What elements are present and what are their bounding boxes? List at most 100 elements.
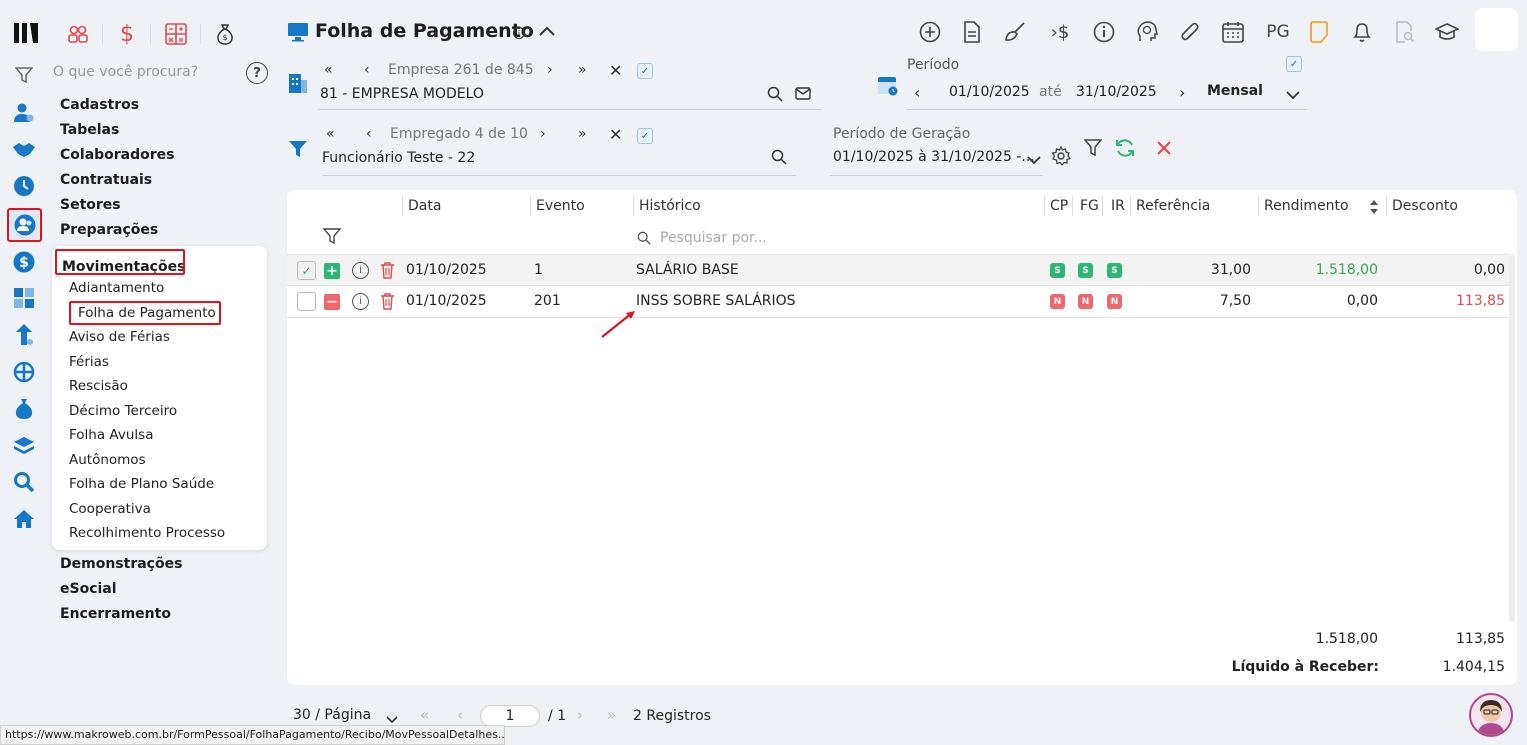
- header-fg[interactable]: FG: [1080, 198, 1099, 214]
- info-icon[interactable]: [1090, 18, 1118, 46]
- dollar-icon[interactable]: $: [112, 18, 142, 50]
- submenu-item-decimo-terceiro[interactable]: Décimo Terceiro: [69, 403, 177, 419]
- row-checkbox[interactable]: [297, 292, 316, 311]
- document-icon[interactable]: [958, 18, 986, 46]
- chevron-down-icon[interactable]: [1286, 88, 1300, 104]
- vertical-scrollbar[interactable]: [1509, 254, 1515, 622]
- assistant-avatar[interactable]: [1469, 693, 1513, 737]
- magnifier-rail-icon[interactable]: [8, 467, 40, 497]
- menu-contratuais[interactable]: Contratuais: [60, 172, 152, 188]
- period-end[interactable]: 31/10/2025: [1076, 84, 1157, 100]
- last-employee-button[interactable]: »: [578, 126, 587, 142]
- profile-button[interactable]: [1475, 8, 1518, 51]
- bell-icon[interactable]: [1348, 18, 1376, 46]
- settings-gear-icon[interactable]: [1051, 145, 1072, 170]
- filter-icon[interactable]: [8, 60, 40, 90]
- dollar-coin-icon[interactable]: $: [8, 247, 40, 277]
- expand-plus-icon[interactable]: +: [324, 263, 340, 279]
- add-circle-icon[interactable]: [916, 18, 944, 46]
- generation-chevron-down-icon[interactable]: [1027, 153, 1041, 169]
- row-info-icon[interactable]: i: [352, 262, 369, 279]
- delete-trash-icon[interactable]: [380, 262, 395, 283]
- submenu-item-folha-de-plano-saude[interactable]: Folha de Plano Saúde: [69, 476, 214, 492]
- logo-icon[interactable]: [10, 18, 42, 48]
- menu-search-input[interactable]: O que você procura?: [53, 64, 198, 80]
- graduation-cap-icon[interactable]: [1433, 18, 1461, 46]
- delete-trash-icon[interactable]: [380, 293, 395, 314]
- header-referencia[interactable]: Referência: [1136, 198, 1210, 214]
- menu-esocial[interactable]: eSocial: [60, 581, 117, 597]
- last-page-button[interactable]: »: [607, 706, 616, 724]
- last-company-button[interactable]: »: [578, 62, 587, 78]
- submenu-item-autonomos[interactable]: Autônomos: [69, 452, 146, 468]
- generation-period-select[interactable]: 01/10/2025 à 31/10/2025 -...: [833, 149, 1035, 165]
- employee-value[interactable]: Funcionário Teste - 22: [322, 150, 475, 166]
- history-search-input[interactable]: Pesquisar por...: [660, 230, 767, 246]
- submenu-item-adiantamento[interactable]: Adiantamento: [69, 280, 164, 296]
- layers-icon[interactable]: [8, 431, 40, 461]
- column-filter-icon[interactable]: [322, 228, 342, 249]
- employee-search-icon[interactable]: [771, 149, 787, 169]
- menu-tabelas[interactable]: Tabelas: [60, 122, 119, 138]
- info-small-icon[interactable]: i: [513, 27, 525, 39]
- submenu-item-folha-avulsa[interactable]: Folha Avulsa: [69, 427, 153, 443]
- help-icon[interactable]: ?: [246, 62, 268, 84]
- menu-colaboradores[interactable]: Colaboradores: [60, 147, 175, 163]
- page-input[interactable]: 1: [480, 705, 540, 727]
- header-ir[interactable]: IR: [1111, 198, 1125, 214]
- mail-icon[interactable]: [795, 87, 811, 104]
- menu-encerramento[interactable]: Encerramento: [60, 606, 171, 622]
- search-document-icon[interactable]: [1391, 18, 1419, 46]
- broom-icon[interactable]: [1001, 18, 1029, 46]
- people-icon[interactable]: [62, 18, 94, 50]
- pg-button[interactable]: PG: [1262, 18, 1294, 46]
- calculator-grid-icon[interactable]: [8, 283, 40, 313]
- transfer-dollar-icon[interactable]: ›$: [1044, 18, 1076, 46]
- period-checkbox[interactable]: ✓: [1286, 56, 1302, 72]
- menu-preparacoes[interactable]: Preparações: [60, 222, 158, 238]
- first-company-button[interactable]: «: [324, 62, 333, 78]
- sort-icon[interactable]: [1369, 199, 1379, 219]
- network-icon[interactable]: [8, 357, 40, 387]
- menu-setores[interactable]: Setores: [60, 197, 121, 213]
- menu-demonstracoes[interactable]: Demonstrações: [60, 556, 182, 572]
- row-checkbox[interactable]: ✓: [297, 261, 316, 280]
- calendar-icon[interactable]: [1219, 18, 1247, 46]
- close-employee-icon[interactable]: ✕: [609, 125, 622, 144]
- period-start[interactable]: 01/10/2025: [949, 84, 1030, 100]
- previous-period-button[interactable]: ‹: [914, 83, 920, 102]
- next-page-button[interactable]: ›: [577, 706, 583, 724]
- next-company-button[interactable]: ›: [547, 62, 553, 78]
- first-page-button[interactable]: «: [420, 706, 429, 724]
- per-page-select[interactable]: 30 / Página: [293, 707, 371, 723]
- header-rendimento[interactable]: Rendimento: [1264, 198, 1349, 214]
- previous-page-button[interactable]: ‹: [457, 706, 463, 724]
- header-historico[interactable]: Histórico: [639, 198, 701, 214]
- refresh-icon[interactable]: [1114, 137, 1136, 163]
- previous-employee-button[interactable]: ‹: [366, 126, 372, 142]
- filter-outline-icon[interactable]: [1083, 139, 1103, 161]
- next-employee-button[interactable]: ›: [540, 126, 546, 142]
- submenu-item-aviso-de-ferias[interactable]: Aviso de Férias: [69, 329, 170, 345]
- header-desconto[interactable]: Desconto: [1392, 198, 1458, 214]
- submenu-item-cooperativa[interactable]: Cooperativa: [69, 501, 151, 517]
- sticky-note-icon[interactable]: [1305, 18, 1333, 46]
- chevron-up-icon[interactable]: [537, 21, 557, 41]
- brain-head-icon[interactable]: [1133, 18, 1161, 46]
- search-icon[interactable]: [767, 86, 783, 106]
- employee-checkbox[interactable]: ✓: [637, 128, 653, 144]
- table-row[interactable]: ✓ + i 01/10/2025 1 SALÁRIO BASE S S S 31…: [287, 254, 1509, 286]
- submenu-item-recolhimento-processo[interactable]: Recolhimento Processo: [69, 525, 225, 541]
- upload-arrow-icon[interactable]: [8, 320, 40, 350]
- money-bag-icon[interactable]: $: [210, 18, 240, 50]
- user-cog-icon[interactable]: [8, 98, 40, 128]
- colaboradores-icon[interactable]: [7, 208, 42, 242]
- first-employee-button[interactable]: «: [326, 126, 335, 142]
- menu-cadastros[interactable]: Cadastros: [60, 97, 139, 113]
- company-checkbox[interactable]: ✓: [637, 63, 653, 79]
- period-mode-select[interactable]: Mensal: [1207, 83, 1263, 99]
- clear-close-icon[interactable]: [1156, 140, 1172, 160]
- close-company-icon[interactable]: ✕: [609, 61, 622, 80]
- submenu-item-rescisao[interactable]: Rescisão: [69, 378, 128, 394]
- header-evento[interactable]: Evento: [536, 198, 585, 214]
